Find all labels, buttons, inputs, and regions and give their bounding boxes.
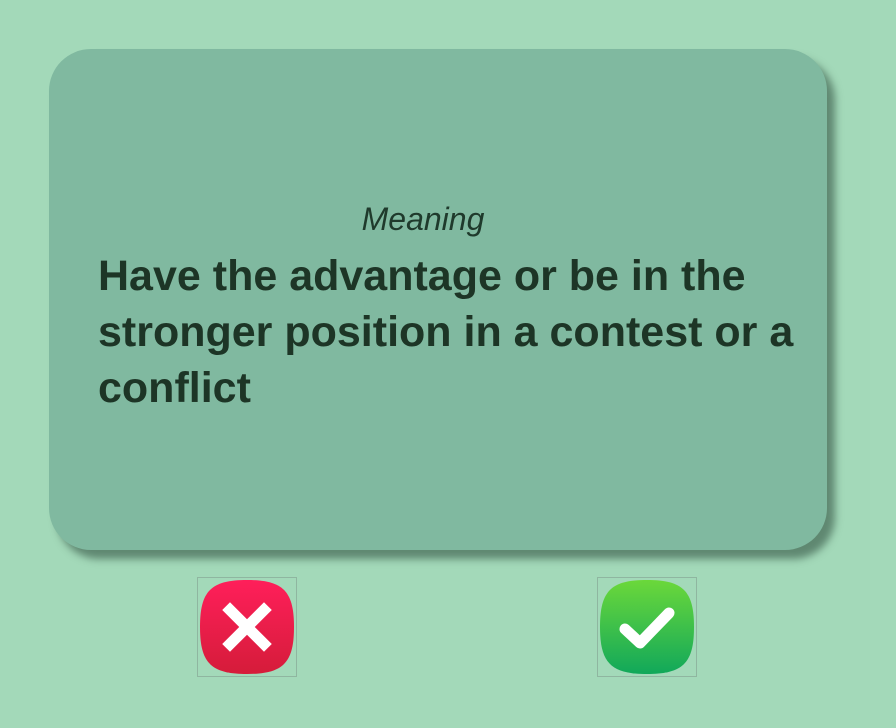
flashcard[interactable]: Meaning Have the advantage or be in the … [49,49,827,550]
cross-icon [200,580,294,674]
card-meaning-text: Have the advantage or be in the stronger… [98,252,794,412]
wrong-button[interactable] [197,577,297,677]
card-label: Meaning [361,201,485,237]
check-icon [600,580,694,674]
correct-button[interactable] [597,577,697,677]
